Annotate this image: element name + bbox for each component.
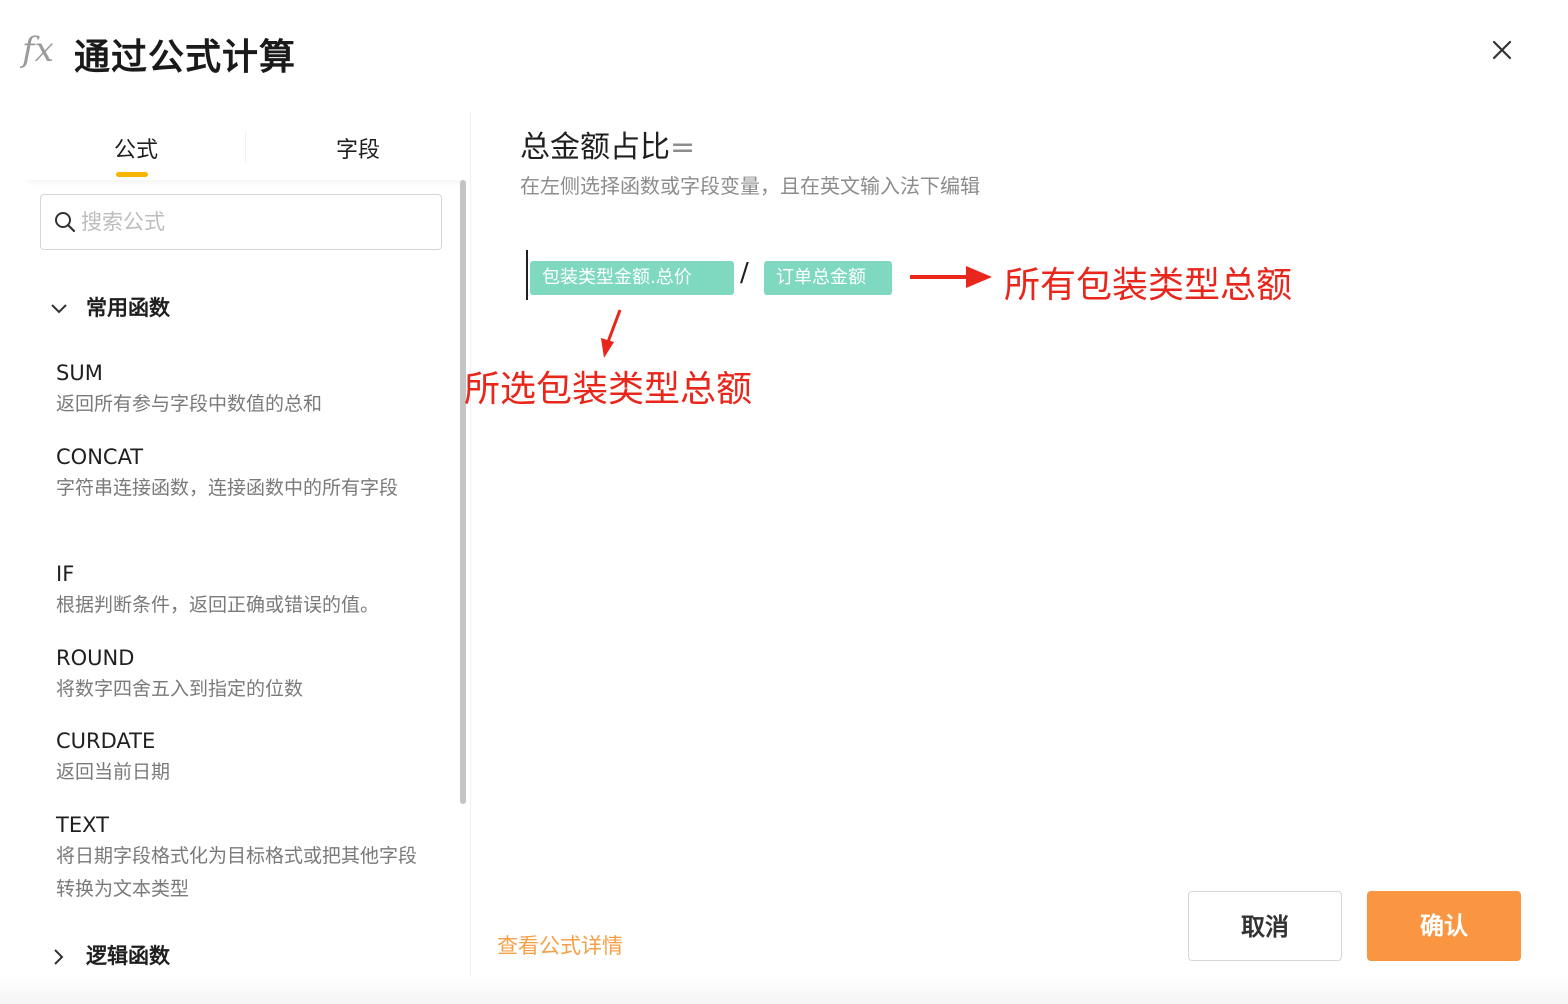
- chevron-down-icon: [51, 304, 67, 314]
- tab-field[interactable]: 字段: [336, 132, 380, 164]
- function-item-round[interactable]: ROUND 将数字四舍五入到指定的位数: [56, 643, 426, 706]
- function-name: CURDATE: [56, 729, 156, 753]
- tab-formula[interactable]: 公式: [114, 132, 158, 164]
- group-label: 逻辑函数: [86, 944, 170, 968]
- function-name: SUM: [56, 361, 103, 385]
- confirm-button[interactable]: 确认: [1367, 891, 1521, 961]
- function-item-sum[interactable]: SUM 返回所有参与字段中数值的总和: [56, 358, 426, 421]
- scrollbar[interactable]: [460, 180, 466, 804]
- fx-icon: fx: [22, 30, 54, 70]
- function-name: CONCAT: [56, 445, 144, 469]
- dialog-title: 通过公式计算: [74, 37, 297, 78]
- function-item-text[interactable]: TEXT 将日期字段格式化为目标格式或把其他字段转换为文本类型: [56, 810, 426, 906]
- group-common-functions[interactable]: 常用函数: [48, 292, 170, 322]
- function-description: 根据判断条件，返回正确或错误的值。: [56, 594, 380, 616]
- function-item-curdate[interactable]: CURDATE 返回当前日期: [56, 726, 426, 789]
- search-icon: [55, 212, 76, 233]
- function-description: 将日期字段格式化为目标格式或把其他字段转换为文本类型: [56, 845, 418, 900]
- formula-editor-panel: 总金额占比= 在左侧选择函数或字段变量，且在英文输入法下编辑 包装类型金额.总价…: [464, 100, 1568, 1004]
- search-box: [40, 194, 442, 250]
- function-item-if[interactable]: IF 根据判断条件，返回正确或错误的值。: [56, 559, 426, 622]
- close-button[interactable]: [1486, 34, 1518, 66]
- cancel-button[interactable]: 取消: [1188, 891, 1342, 961]
- view-formula-details-link[interactable]: 查看公式详情: [497, 930, 623, 960]
- close-icon: [1492, 40, 1512, 60]
- bottom-edge: [0, 976, 1568, 1004]
- active-tab-indicator: [116, 172, 148, 177]
- group-logic-functions[interactable]: 逻辑函数: [48, 940, 170, 970]
- annotation-all-types: 所有包装类型总额: [1004, 265, 1293, 306]
- dialog-header: fx 通过公式计算: [0, 0, 1568, 100]
- tab-divider: [245, 132, 246, 162]
- function-description: 返回当前日期: [56, 761, 171, 783]
- arrow-down-icon: [601, 309, 622, 358]
- function-description: 字符串连接函数，连接函数中的所有字段: [56, 477, 399, 499]
- function-panel: 公式 字段 常用函数 SUM 返回所有参与字段中数值的总和 CONCAT 字符串…: [24, 112, 471, 1004]
- function-name: IF: [56, 562, 75, 586]
- group-label: 常用函数: [86, 296, 170, 320]
- function-description: 返回所有参与字段中数值的总和: [56, 393, 323, 415]
- tab-bar: 公式 字段: [24, 112, 470, 180]
- function-description: 将数字四舍五入到指定的位数: [56, 678, 304, 700]
- chevron-right-icon: [54, 949, 64, 965]
- arrow-right-icon: [910, 266, 992, 288]
- function-item-concat[interactable]: CONCAT 字符串连接函数，连接函数中的所有字段: [56, 442, 426, 505]
- function-name: TEXT: [56, 813, 109, 837]
- search-input[interactable]: [81, 205, 431, 239]
- function-name: ROUND: [56, 646, 135, 670]
- annotation-selected-type: 所选包装类型总额: [464, 369, 753, 410]
